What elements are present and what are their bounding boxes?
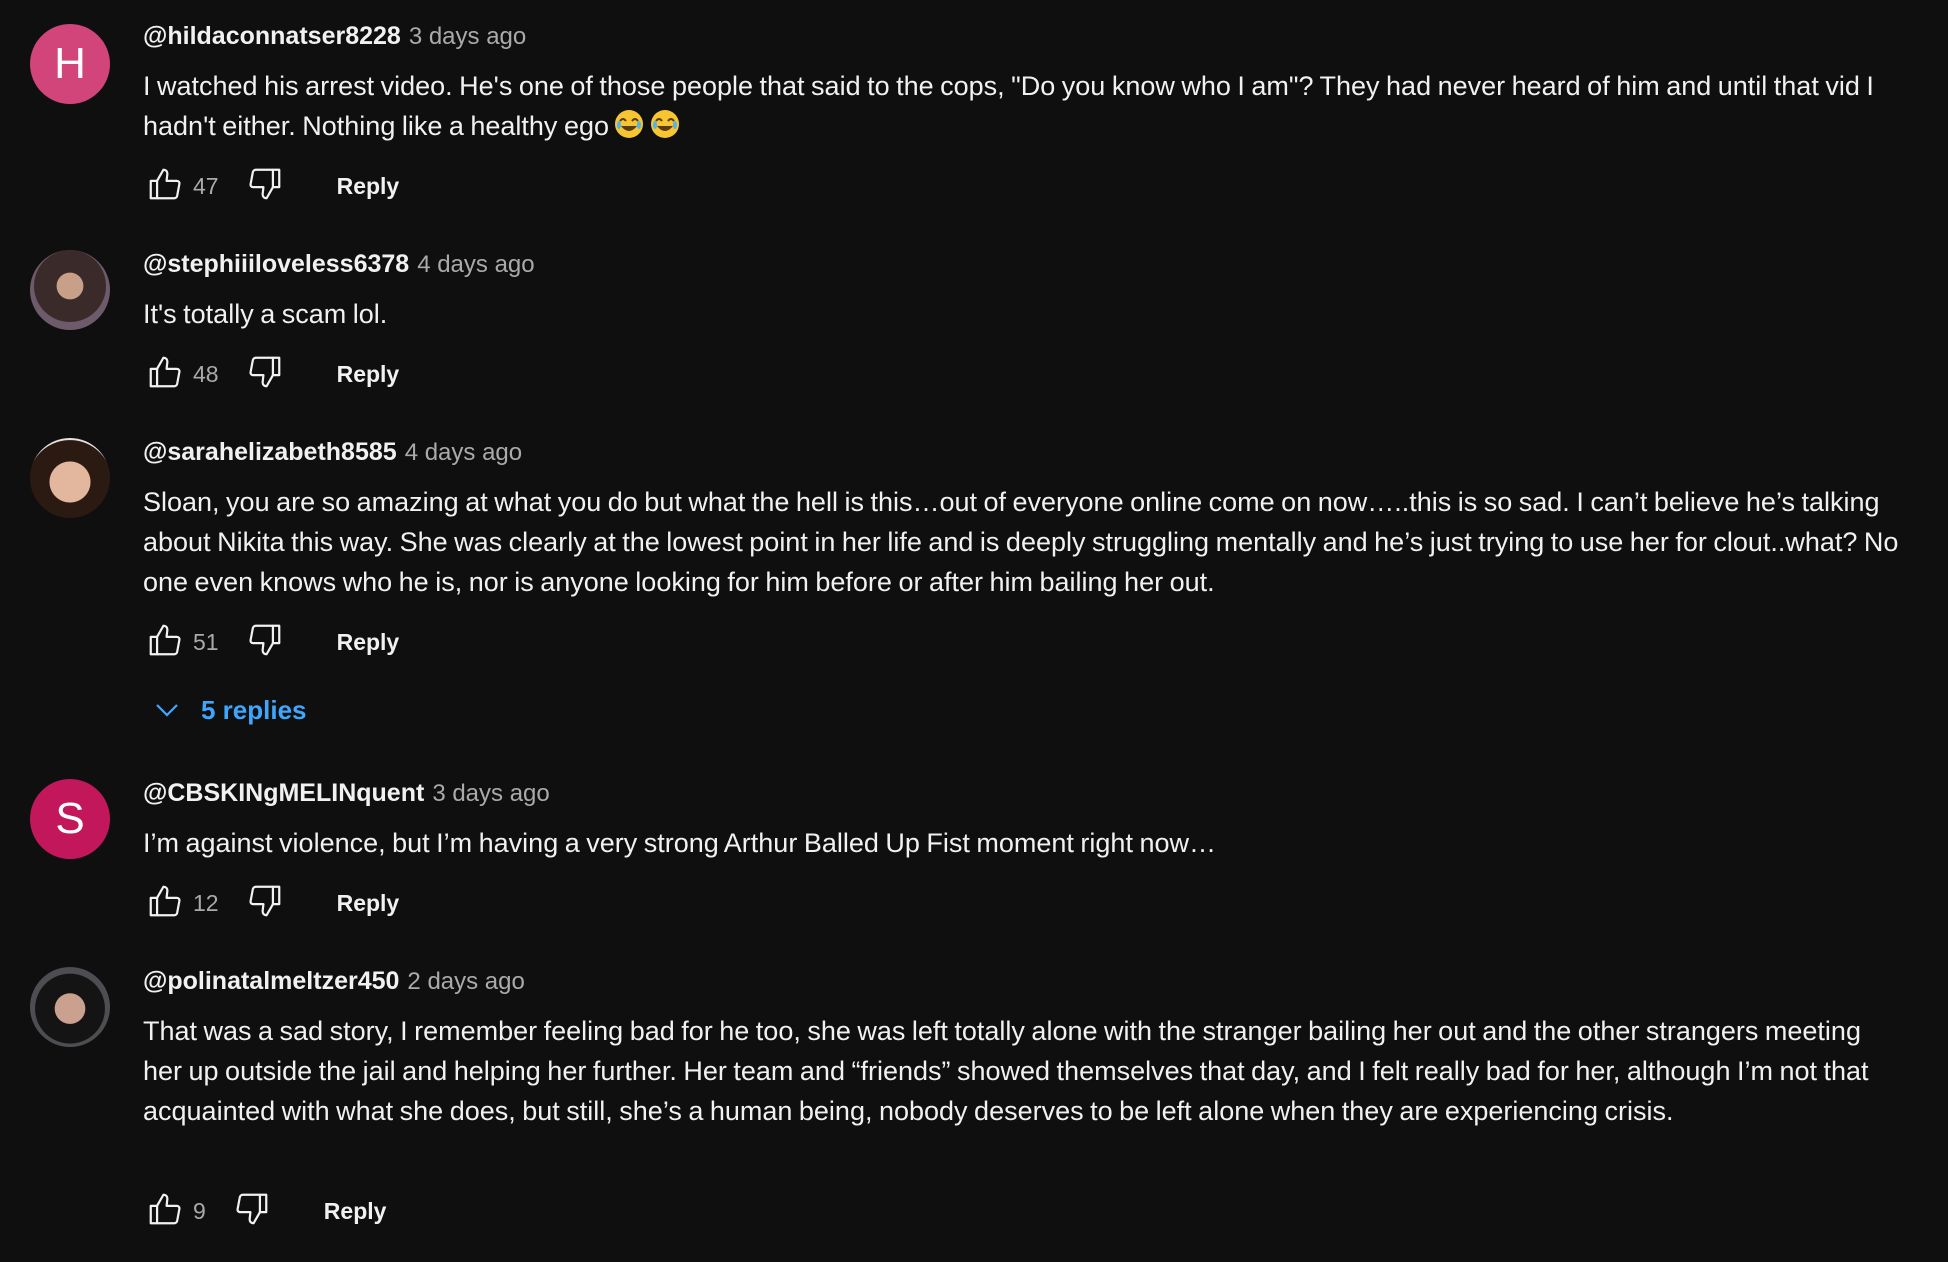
like-button[interactable] [143,1189,187,1233]
like-count: 9 [193,1197,206,1224]
thumbs-down-icon [246,353,284,396]
avatar[interactable] [30,438,110,518]
thumbs-up-icon [146,882,184,925]
avatar[interactable]: H [30,24,110,104]
timestamp[interactable]: 3 days ago [409,23,526,51]
comment-text: Sloan, you are so amazing at what you do… [143,487,1899,597]
comment-text: That was a sad story, I remember feeling… [143,1016,1869,1126]
thumbs-up-icon [146,1190,184,1233]
thumbs-down-icon [246,621,284,664]
reply-button[interactable]: Reply [337,890,400,917]
thumbs-up-icon [146,165,184,208]
comment-actions: 12 Reply [143,881,399,925]
dislike-button[interactable] [243,164,287,208]
timestamp[interactable]: 4 days ago [405,439,522,467]
comment-actions: 48 Reply [143,352,399,396]
timestamp[interactable]: 3 days ago [432,780,549,808]
author-handle[interactable]: @hildaconnatser8228 [143,22,401,51]
author-handle[interactable]: @stephiiiloveless6378 [143,250,409,279]
dislike-button[interactable] [243,881,287,925]
timestamp[interactable]: 4 days ago [417,251,534,279]
thumbs-up-icon [146,621,184,664]
comment-header: @sarahelizabeth8585 4 days ago [143,438,1903,474]
like-count: 47 [193,172,219,199]
view-replies-button[interactable]: 5 replies [145,688,307,732]
like-button[interactable] [143,881,187,925]
author-handle[interactable]: @CBSKINgMELINquent [143,779,424,808]
comment-header: @stephiiiloveless6378 4 days ago [143,250,1903,286]
comment-text: I’m against violence, but I’m having a v… [143,828,1216,858]
comment-text: It's totally a scam lol. [143,299,388,329]
like-count: 51 [193,628,219,655]
chevron-down-icon [145,688,189,732]
like-count: 12 [193,889,219,916]
comment-actions: 51 Reply [143,620,399,664]
comment-header: @polinatalmeltzer450 2 days ago [143,967,1903,1003]
comment-text: I watched his arrest video. He's one of … [143,66,1903,146]
like-button[interactable] [143,164,187,208]
reply-button[interactable]: Reply [337,361,400,388]
author-handle[interactable]: @sarahelizabeth8585 [143,438,397,467]
dislike-button[interactable] [243,620,287,664]
reply-button[interactable]: Reply [337,629,400,656]
like-button[interactable] [143,352,187,396]
laughing-emoji-icon [613,108,645,140]
thumbs-up-icon [146,353,184,396]
avatar[interactable] [30,967,110,1047]
timestamp[interactable]: 2 days ago [407,968,524,996]
replies-count-label: 5 replies [201,694,307,725]
like-button[interactable] [143,620,187,664]
comment-header: @hildaconnatser8228 3 days ago [143,22,1903,58]
dislike-button[interactable] [243,352,287,396]
comment-body: I watched his arrest video. He's one of … [143,71,1874,141]
thumbs-down-icon [246,882,284,925]
reply-button[interactable]: Reply [337,173,400,200]
author-handle[interactable]: @polinatalmeltzer450 [143,967,399,996]
comment-actions: 47 Reply [143,164,399,208]
thumbs-down-icon [233,1190,271,1233]
laughing-emoji-icon [649,108,681,140]
avatar[interactable]: S [30,779,110,859]
avatar[interactable] [30,250,110,330]
comment-actions: 9 Reply [143,1189,386,1233]
like-count: 48 [193,360,219,387]
dislike-button[interactable] [230,1189,274,1233]
comment-header: @CBSKINgMELINquent 3 days ago [143,779,1903,815]
thumbs-down-icon [246,165,284,208]
reply-button[interactable]: Reply [324,1198,387,1225]
